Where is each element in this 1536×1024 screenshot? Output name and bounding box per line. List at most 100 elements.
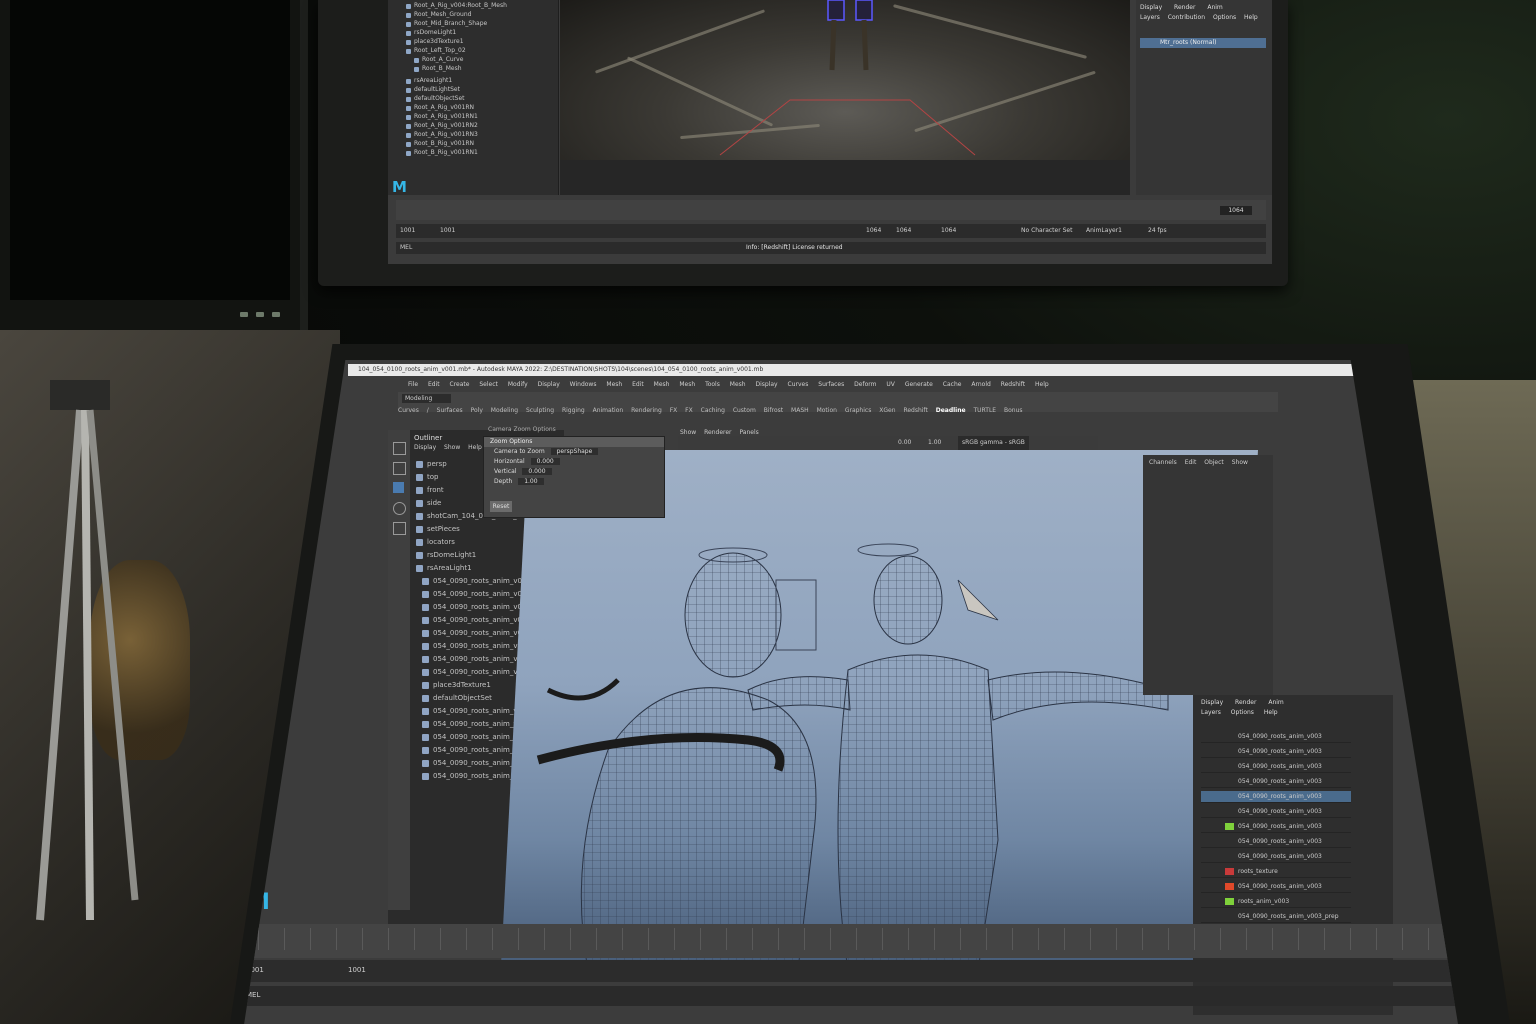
shelf-tab[interactable]: Rendering: [631, 407, 662, 414]
top-outliner-item[interactable]: defaultLightSet: [406, 86, 460, 94]
top-range-start-inner[interactable]: 1001: [440, 227, 455, 234]
top-range-end-2[interactable]: 1064: [941, 227, 956, 234]
shelf-tab[interactable]: Animation: [593, 407, 624, 414]
layer-row[interactable]: 054_0090_roots_anim_v003: [1201, 731, 1351, 743]
shelf-tab[interactable]: MASH: [791, 407, 809, 414]
layer-color-swatch[interactable]: [1225, 913, 1234, 920]
menu-deform[interactable]: Deform: [854, 381, 876, 388]
top-menu-options[interactable]: Options: [1213, 14, 1236, 21]
shelf-tab[interactable]: Poly Modeling: [471, 407, 519, 414]
top-outliner-item[interactable]: Root_A_Curve: [413, 56, 463, 64]
menu-modify[interactable]: Modify: [508, 381, 528, 388]
rotate-tool-icon[interactable]: [393, 502, 406, 515]
menu-cache[interactable]: Cache: [943, 381, 962, 388]
range-slider[interactable]: 1001 1001: [244, 960, 1458, 982]
top-character-set[interactable]: No Character Set: [1021, 227, 1072, 234]
top-range-end[interactable]: 1064: [896, 227, 911, 234]
outliner-item[interactable]: rsDomeLight1: [416, 549, 476, 561]
menu-select[interactable]: Select: [479, 381, 498, 388]
viewport-menu-panels[interactable]: Panels: [739, 429, 758, 436]
shelf-tab-active[interactable]: Deadline: [936, 407, 966, 414]
outliner-item[interactable]: defaultObjectSet: [422, 692, 492, 704]
shelf-tab[interactable]: Curves / Surfaces: [398, 407, 463, 414]
layer-color-swatch[interactable]: [1225, 733, 1234, 740]
menu-curves[interactable]: Curves: [788, 381, 809, 388]
outliner-item[interactable]: top: [416, 471, 438, 483]
top-viewport[interactable]: [560, 0, 1130, 160]
top-outliner-item[interactable]: Root_A_Rig_v001RN3: [406, 131, 478, 139]
layer-row[interactable]: 054_0090_roots_anim_v003_prep: [1201, 911, 1351, 923]
layer-row[interactable]: 054_0090_roots_anim_v003: [1201, 746, 1351, 758]
top-anim-layer[interactable]: AnimLayer1: [1086, 227, 1122, 234]
top-outliner-item[interactable]: Root_Left_Top_02: [406, 47, 466, 55]
top-menu-help[interactable]: Help: [1244, 14, 1258, 21]
layer-tab-render[interactable]: Render: [1235, 699, 1256, 706]
channel-menu-edit[interactable]: Edit: [1185, 459, 1197, 466]
top-timeline[interactable]: 1064: [396, 200, 1266, 220]
outliner-item[interactable]: front: [416, 484, 444, 496]
top-current-frame[interactable]: 1064: [1220, 206, 1252, 215]
zoom-reset-button[interactable]: Reset: [490, 501, 512, 512]
mode-selector[interactable]: Modeling: [402, 394, 451, 403]
layer-tab-display[interactable]: Display: [1201, 699, 1223, 706]
zoom-horizontal-field[interactable]: 0.000: [530, 458, 560, 465]
zoom-depth-field[interactable]: 1.00: [518, 478, 544, 485]
top-range-end-inner[interactable]: 1064: [866, 227, 881, 234]
shelf-tab[interactable]: TURTLE: [974, 407, 997, 414]
shelf-tab[interactable]: FX Caching: [685, 407, 725, 414]
channel-menu-channels[interactable]: Channels: [1149, 459, 1177, 466]
shelf-tab[interactable]: Sculpting: [526, 407, 554, 414]
top-tab-render[interactable]: Render: [1174, 4, 1195, 11]
layer-row[interactable]: 054_0090_roots_anim_v003: [1201, 881, 1351, 893]
shelf-tab[interactable]: Redshift: [903, 407, 927, 414]
layer-tab-anim[interactable]: Anim: [1268, 699, 1283, 706]
top-menu-layers[interactable]: Layers: [1140, 14, 1160, 21]
top-range-slider[interactable]: 1001 1001 1064 1064 1064 No Character Se…: [396, 224, 1266, 238]
menu-generate[interactable]: Generate: [905, 381, 933, 388]
layer-row[interactable]: 054_0090_roots_anim_v003: [1201, 836, 1351, 848]
layer-menu-help[interactable]: Help: [1264, 709, 1278, 716]
shelf-tab[interactable]: Motion Graphics: [817, 407, 872, 414]
menu-mesh-display[interactable]: Mesh Display: [730, 381, 778, 388]
layer-color-swatch[interactable]: [1225, 853, 1234, 860]
gamma-value[interactable]: 1.00: [928, 436, 941, 450]
layer-menu-options[interactable]: Options: [1231, 709, 1254, 716]
layer-row[interactable]: 054_0090_roots_anim_v003: [1201, 776, 1351, 788]
top-range-start[interactable]: 1001: [400, 227, 415, 234]
outliner-item[interactable]: setPieces: [416, 523, 460, 535]
layer-row[interactable]: roots_anim_v003: [1201, 896, 1351, 908]
command-line[interactable]: MEL: [244, 986, 1458, 1006]
menu-arnold[interactable]: Arnold: [971, 381, 990, 388]
layer-color-swatch[interactable]: [1225, 748, 1234, 755]
shelf-tab[interactable]: Custom: [733, 407, 756, 414]
side-monitor-button[interactable]: [272, 312, 280, 317]
outliner-menu-display[interactable]: Display: [414, 444, 436, 451]
range-start-inner[interactable]: 1001: [348, 966, 366, 974]
outliner-item[interactable]: place3dTexture1: [422, 679, 491, 691]
rig-control-panel[interactable]: [775, 579, 817, 651]
zoom-camera-dropdown[interactable]: perspShape: [550, 448, 599, 455]
channel-menu-show[interactable]: Show: [1232, 459, 1248, 466]
time-slider[interactable]: [244, 924, 1458, 958]
menu-surfaces[interactable]: Surfaces: [818, 381, 844, 388]
layer-row[interactable]: roots_texture: [1201, 866, 1351, 878]
layer-row-selected[interactable]: 054_0090_roots_anim_v003: [1201, 791, 1351, 803]
menu-edit-mesh[interactable]: Edit Mesh: [632, 381, 669, 388]
layer-row[interactable]: 054_0090_roots_anim_v003: [1201, 851, 1351, 863]
side-monitor-button[interactable]: [240, 312, 248, 317]
viewport-menu-show[interactable]: Show: [680, 429, 696, 436]
channel-menu-object[interactable]: Object: [1204, 459, 1224, 466]
top-outliner-item[interactable]: Root_B_Mesh: [414, 65, 462, 73]
shelf-tab[interactable]: FX: [670, 407, 678, 414]
menu-mesh-tools[interactable]: Mesh Tools: [679, 381, 719, 388]
top-outliner-item[interactable]: Root_A_Rig_v001RN2: [406, 122, 478, 130]
layer-row[interactable]: 054_0090_roots_anim_v003: [1201, 806, 1351, 818]
layer-color-swatch[interactable]: [1225, 898, 1234, 905]
outliner-item[interactable]: locators: [416, 536, 455, 548]
top-outliner-item[interactable]: Root_A_Rig_v001RN1: [406, 113, 478, 121]
top-layer-row[interactable]: Mtr_roots (Normal): [1140, 38, 1266, 48]
outliner-item[interactable]: side: [416, 497, 441, 509]
side-monitor-button[interactable]: [256, 312, 264, 317]
menu-display[interactable]: Display: [538, 381, 560, 388]
menu-help[interactable]: Help: [1035, 381, 1049, 388]
